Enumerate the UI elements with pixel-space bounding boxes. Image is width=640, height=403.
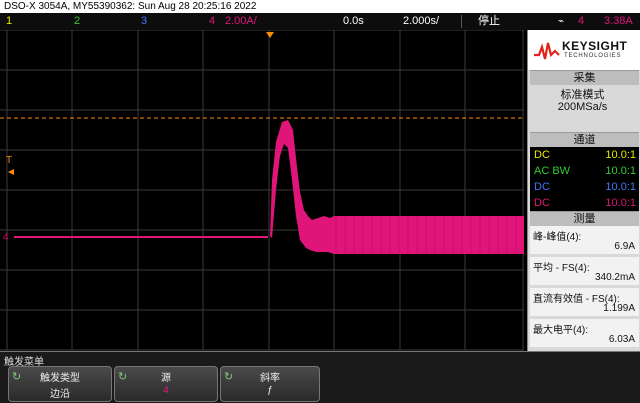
softkey-label: 源 xyxy=(161,373,171,384)
trigger-position-marker[interactable] xyxy=(266,32,274,38)
side-panel: KEYSIGHT TECHNOLOGIES 采集 标准模式 200MSa/s 通… xyxy=(527,30,640,351)
measurement-value: 6.9A xyxy=(614,241,635,252)
channel-2-indicator[interactable]: 2 xyxy=(74,13,80,30)
instrument-title: DSO-X 3054A, MY55390362: Sun Aug 28 20:2… xyxy=(4,1,257,12)
channel-1-indicator[interactable]: 1 xyxy=(6,13,12,30)
channel-row-1[interactable]: DC 10.0:1 xyxy=(534,147,638,163)
channel-3-coupling: DC xyxy=(534,181,550,193)
rising-edge-icon: ƒ xyxy=(267,385,273,396)
trigger-level[interactable]: 3.38A xyxy=(604,13,633,30)
measurements-header[interactable]: 测量 xyxy=(530,211,639,226)
channel-1-probe: 10.0:1 xyxy=(605,149,636,161)
measurement-name: 峰-峰值(4): xyxy=(533,232,582,243)
measurement-dc-rms[interactable]: 直流有效值 - FS(4): 1.199A xyxy=(530,288,639,316)
waveform-display[interactable]: T 4 xyxy=(0,29,524,351)
sample-rate: 200MSa/s xyxy=(557,101,608,113)
source-softkey[interactable]: ↻ 源 4 xyxy=(114,366,218,402)
channel-list: DC 10.0:1 AC BW 10.0:1 DC 10.0:1 DC 10.0… xyxy=(530,147,639,211)
channel-4-probe: 10.0:1 xyxy=(605,197,636,209)
logo-brand: KEYSIGHT xyxy=(562,39,628,53)
channel-row-2[interactable]: AC BW 10.0:1 xyxy=(534,163,638,179)
divider xyxy=(461,15,462,28)
time-delay[interactable]: 0.0s xyxy=(343,13,364,30)
keysight-logo: KEYSIGHT TECHNOLOGIES xyxy=(528,30,640,70)
ch4-baseline xyxy=(14,236,268,238)
trigger-source[interactable]: 4 xyxy=(578,13,584,30)
softkey-label: 触发类型 xyxy=(40,373,80,384)
channels-header[interactable]: 通道 xyxy=(530,132,639,147)
channel-row-3[interactable]: DC 10.0:1 xyxy=(534,179,638,195)
channel-4-scale[interactable]: 2.00A/ xyxy=(225,13,257,30)
softkey-menu: 触发菜单 ↻ 触发类型 边沿 ↻ 源 4 ↻ 斜率 ƒ xyxy=(0,351,640,403)
slope-softkey[interactable]: ↻ 斜率 ƒ xyxy=(220,366,320,402)
softkey-value: 边沿 xyxy=(50,389,70,400)
trigger-level-marker[interactable]: T xyxy=(6,155,12,166)
measurement-name: 最大电平(4): xyxy=(533,325,588,336)
channel-1-coupling: DC xyxy=(534,149,550,161)
channel-4-coupling: DC xyxy=(534,197,550,209)
waveform-grid: T 4 xyxy=(0,29,524,351)
channel-4-indicator[interactable]: 4 xyxy=(209,13,215,30)
measurement-value: 340.2mA xyxy=(594,272,635,283)
channel-4-ground-marker[interactable]: 4 xyxy=(3,232,9,243)
status-bar: 1 2 3 4 2.00A/ 0.0s 2.000s/ 停止 ⌁ 4 3.38A xyxy=(0,13,640,30)
channel-row-4[interactable]: DC 10.0:1 xyxy=(534,195,638,211)
channel-2-probe: 10.0:1 xyxy=(605,165,636,177)
measurement-max-level[interactable]: 最大电平(4): 6.03A xyxy=(530,319,639,347)
trigger-level-arrow xyxy=(8,169,14,175)
trigger-edge-icon: ⌁ xyxy=(558,16,565,27)
measurement-value: 6.03A xyxy=(608,334,635,345)
trigger-type-softkey[interactable]: ↻ 触发类型 边沿 xyxy=(8,366,112,402)
run-state[interactable]: 停止 xyxy=(478,13,500,30)
measurement-average[interactable]: 平均 - FS(4): 340.2mA xyxy=(530,257,639,285)
measurement-value: 1.199A xyxy=(603,303,635,314)
timebase[interactable]: 2.000s/ xyxy=(403,13,439,30)
acquisition-header[interactable]: 采集 xyxy=(530,70,639,85)
keysight-wave-icon xyxy=(534,42,560,60)
measurement-name: 平均 - FS(4): xyxy=(533,263,590,274)
logo-subtitle: TECHNOLOGIES xyxy=(564,53,622,59)
ch4-pulse xyxy=(270,120,334,254)
softkey-value: 4 xyxy=(163,385,169,396)
acquisition-mode: 标准模式 xyxy=(560,89,605,101)
channel-2-coupling: AC BW xyxy=(534,165,571,177)
title-bar: DSO-X 3054A, MY55390362: Sun Aug 28 20:2… xyxy=(0,0,640,13)
measurement-peak-to-peak[interactable]: 峰-峰值(4): 6.9A xyxy=(530,226,639,254)
channel-3-indicator[interactable]: 3 xyxy=(141,13,147,30)
ch4-ripple-lines xyxy=(335,216,517,254)
channel-3-probe: 10.0:1 xyxy=(605,181,636,193)
softkey-label: 斜率 xyxy=(260,373,280,384)
